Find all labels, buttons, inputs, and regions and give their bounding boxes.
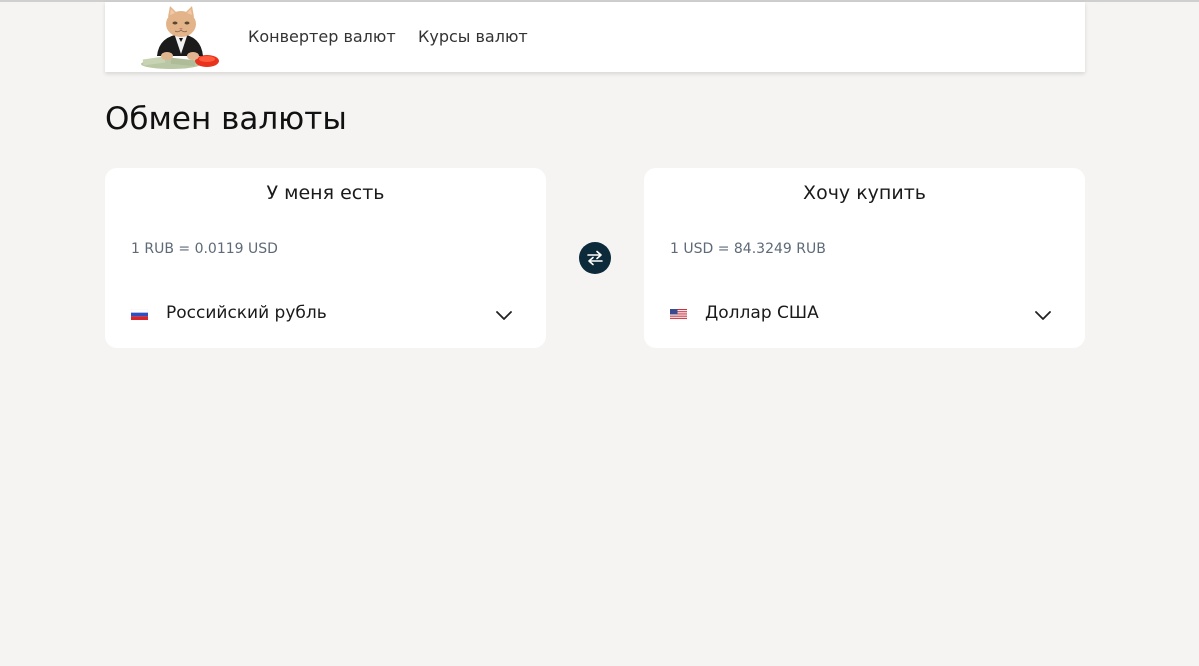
nav-link-converter[interactable]: Конвертер валют	[248, 27, 396, 46]
chevron-down-icon	[1035, 311, 1051, 320]
russia-flag-icon	[131, 309, 148, 320]
chevron-down-icon	[496, 311, 512, 320]
page-title: Обмен валюты	[105, 101, 347, 137]
have-card-title: У меня есть	[266, 182, 385, 204]
want-currency-select[interactable]: Доллар США	[670, 300, 1059, 330]
have-currency-card: У меня есть 1 RUB = 0.0119 USD Российски…	[105, 168, 546, 348]
swap-currencies-button[interactable]	[579, 242, 611, 274]
have-exchange-rate: 1 RUB = 0.0119 USD	[131, 241, 278, 257]
want-card-title: Хочу купить	[803, 182, 926, 204]
usa-flag-icon	[670, 309, 687, 320]
have-currency-name: Российский рубль	[166, 303, 327, 323]
want-currency-name: Доллар США	[705, 303, 819, 323]
site-header: Конвертер валют Курсы валют	[105, 2, 1085, 72]
swap-arrows-icon	[587, 250, 603, 266]
nav-link-rates[interactable]: Курсы валют	[418, 27, 528, 46]
have-currency-select[interactable]: Российский рубль	[131, 300, 520, 330]
want-exchange-rate: 1 USD = 84.3249 RUB	[670, 241, 826, 257]
cat-logo[interactable]	[137, 4, 223, 70]
want-currency-card: Хочу купить 1 USD = 84.3249 RUB Доллар С…	[644, 168, 1085, 348]
cat-logo-image	[141, 6, 219, 69]
